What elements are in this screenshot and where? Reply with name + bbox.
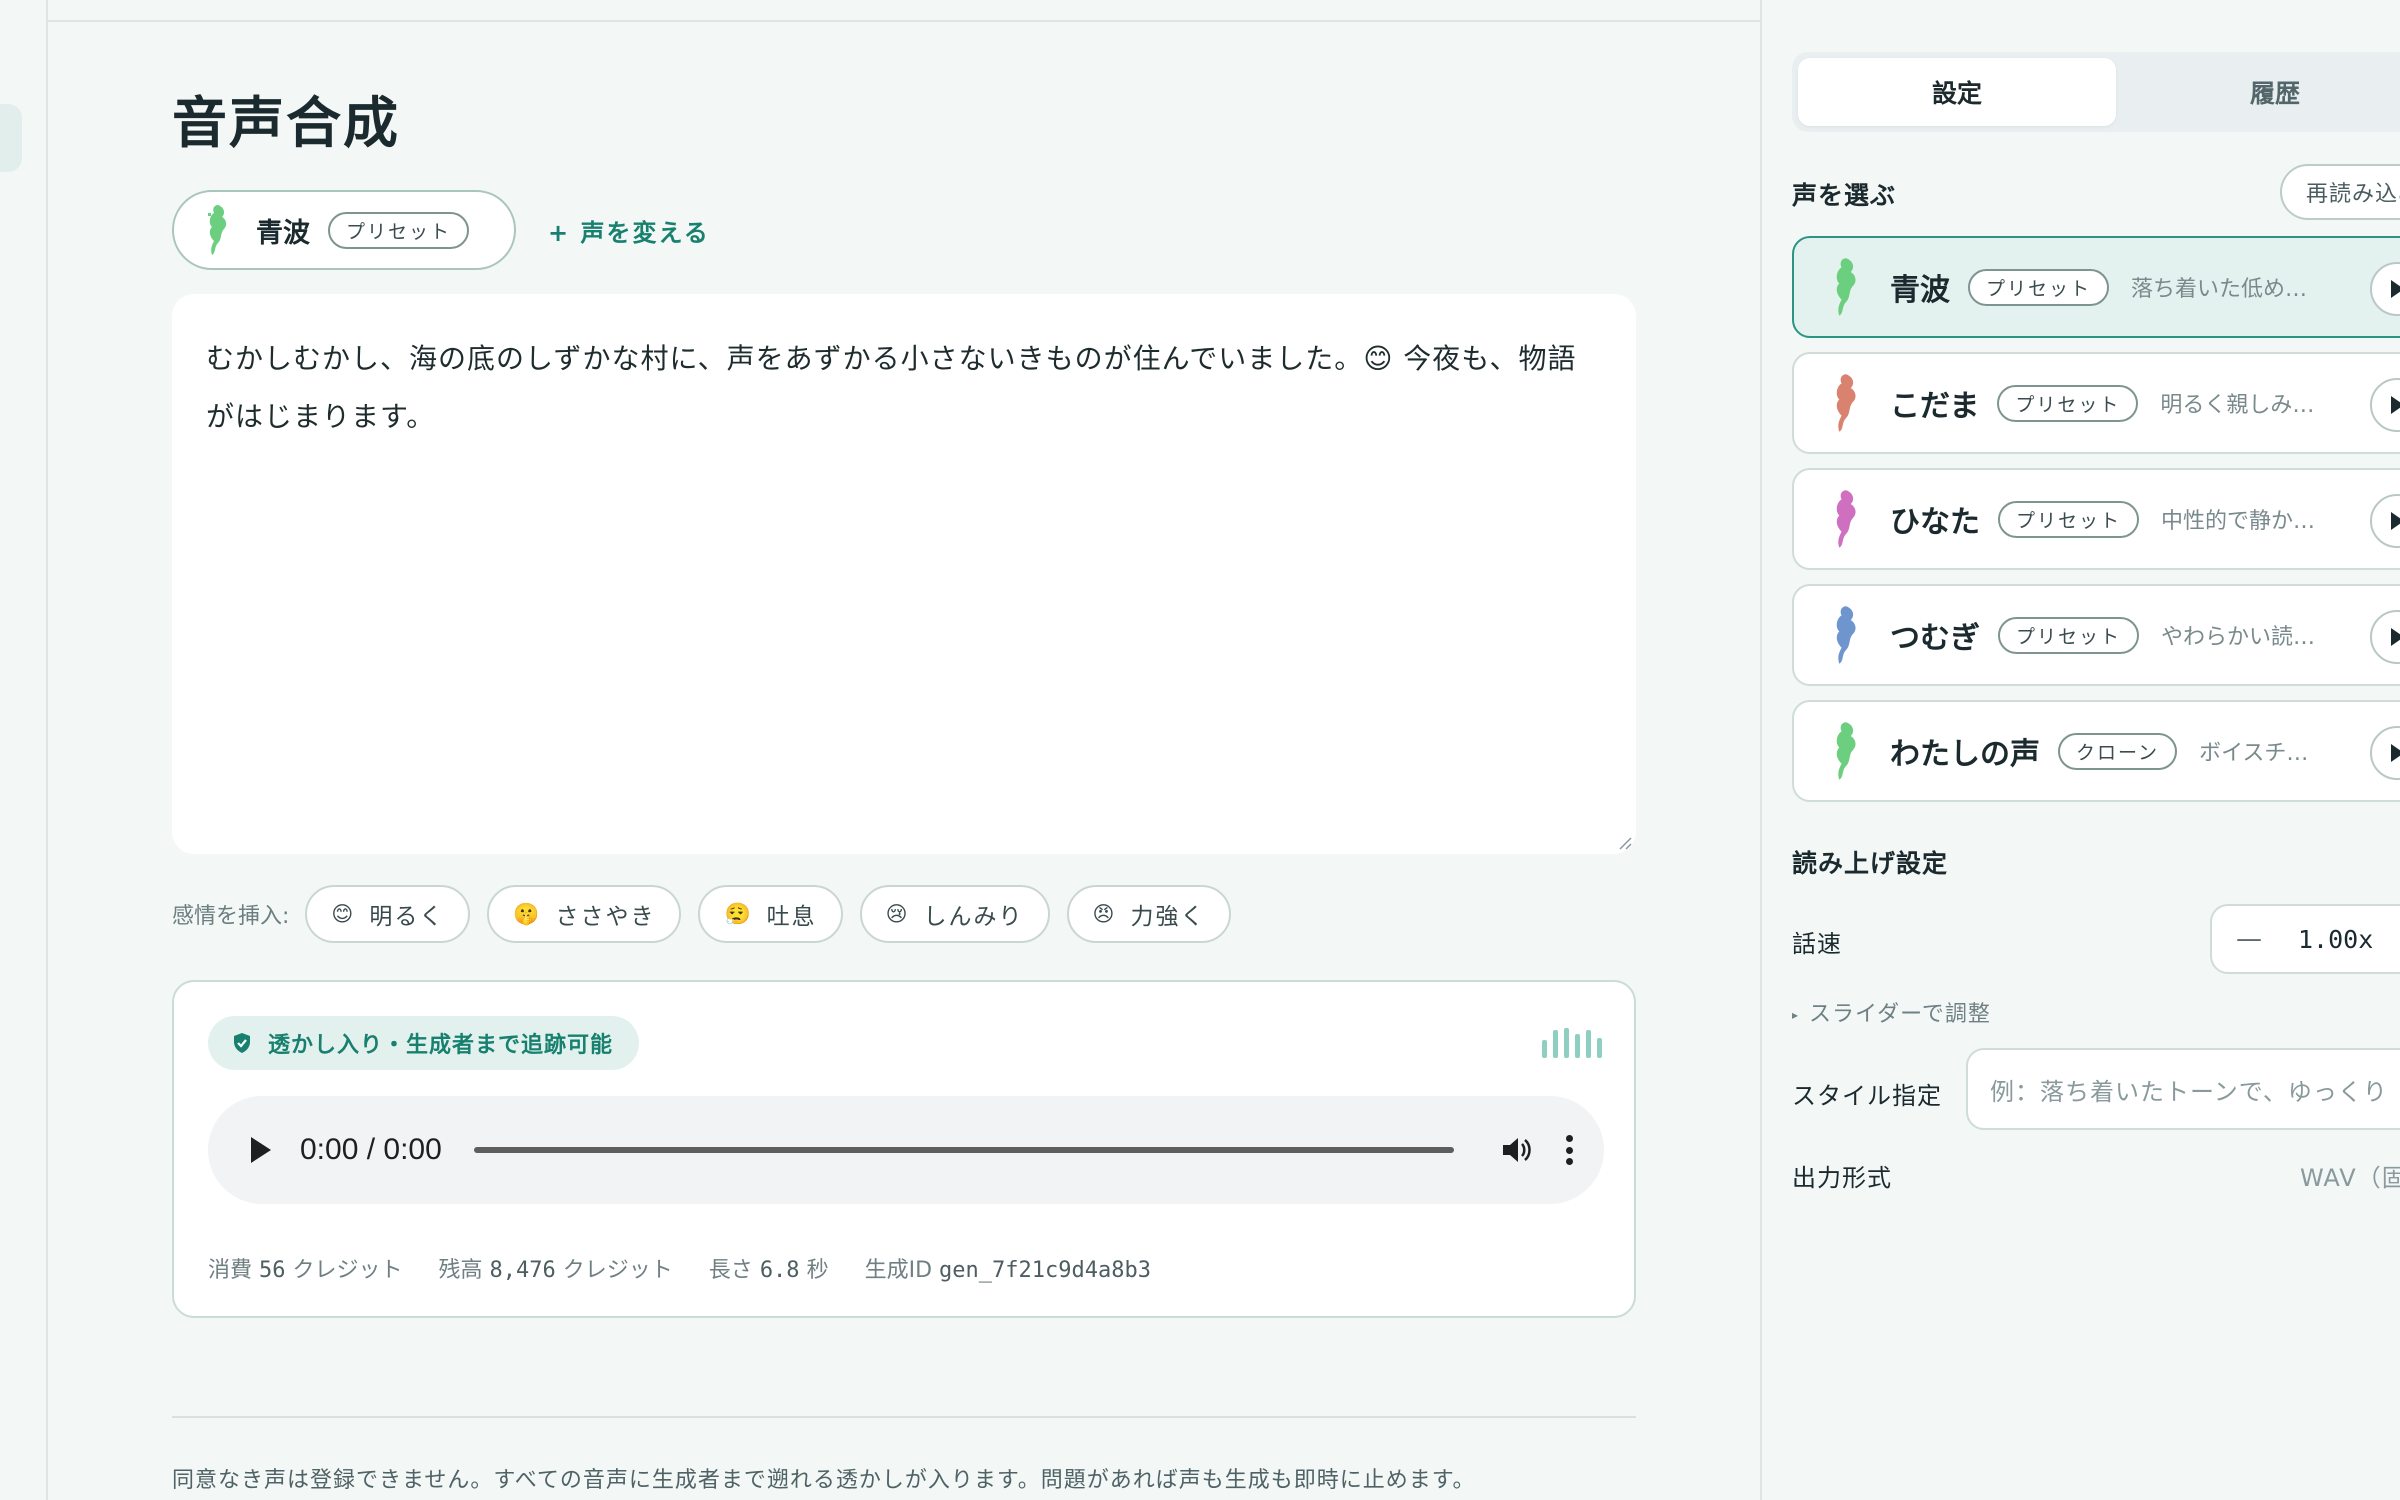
seahorse-icon — [1836, 490, 1856, 548]
voice-description: やわらかい読… — [2161, 625, 2316, 650]
shield-check-icon — [234, 1033, 250, 1053]
audio-player: 0:00 / 0:00 — [208, 1096, 1604, 1204]
output-format-label: 出力形式 — [1792, 1164, 1892, 1192]
meta-balance: 残高 8,476 クレジット — [438, 1258, 673, 1283]
volume-icon[interactable] — [1500, 1133, 1534, 1167]
resize-grip-icon[interactable] — [1616, 834, 1632, 850]
watermark-badge: 透かし入り・生成者まで追跡可能 — [208, 1016, 640, 1070]
hush-emoji-icon: 🤫 — [513, 901, 542, 926]
style-label: スタイル指定 — [1792, 1082, 1942, 1110]
emotion-button-sad[interactable]: 😢 しんみり — [859, 885, 1050, 943]
reading-settings-title: 読み上げ設定 — [1792, 849, 1949, 878]
speed-label: 話速 — [1792, 930, 1842, 958]
voice-name: つむぎ — [1890, 621, 1980, 656]
meta-cost: 消費 56 クレジット — [208, 1258, 403, 1283]
current-voice-badge: プリセット — [328, 211, 470, 249]
voice-badge: クローン — [2058, 732, 2178, 770]
output-format-value: WAV（固定） — [2300, 1164, 2400, 1192]
voice-item-my-voice[interactable]: わたしの声 クローン ボイスチ… — [1792, 700, 2400, 802]
seahorse-icon — [1836, 606, 1856, 664]
tab-settings[interactable]: 設定 — [1798, 58, 2116, 126]
voices-section-title: 声を選ぶ — [1792, 181, 1897, 210]
angry-emoji-icon: 😠 — [1092, 902, 1117, 926]
seahorse-icon — [208, 205, 227, 255]
voice-preview-play-button[interactable] — [2370, 726, 2400, 780]
sidebar-tabs: 設定 履歴 — [1792, 52, 2400, 132]
emotion-row: 感情を挿入: 😊 明るく 🤫 ささやき 😮‍💨 吐息 😢 しんみり 😠 力強く — [172, 884, 1248, 944]
exhale-emoji-icon: 😮‍💨 — [724, 901, 753, 926]
speed-decrease-button[interactable]: — — [2236, 924, 2262, 954]
voice-badge: プリセット — [1968, 268, 2110, 306]
voice-preview-play-button[interactable] — [2370, 262, 2400, 316]
player-time: 0:00 / 0:00 — [300, 1133, 442, 1166]
script-textarea[interactable]: むかしむかし、海の底のしずかな村に、声をあずかる小さないきものが住んでいました。… — [172, 294, 1636, 854]
voice-description: 中性的で静か… — [2161, 509, 2316, 534]
voice-description: 明るく親しみ… — [2160, 393, 2315, 418]
left-rail — [0, 0, 48, 1500]
voice-item-hinata[interactable]: ひなた プリセット 中性的で静か… — [1792, 468, 2400, 570]
more-options-icon[interactable] — [1564, 1133, 1574, 1167]
result-card: 透かし入り・生成者まで追跡可能 0:00 / 0:00 消費 56 クレジット … — [172, 980, 1636, 1318]
voice-badge: プリセット — [1998, 500, 2140, 538]
emotion-label: 感情を挿入: — [172, 904, 290, 929]
watermark-label: 透かし入り・生成者まで追跡可能 — [268, 1033, 614, 1058]
slider-toggle[interactable]: ▸ スライダーで調整 — [1792, 996, 1991, 1028]
change-voice-link[interactable]: + 声を変える — [548, 213, 710, 248]
emotion-button-strong[interactable]: 😠 力強く — [1066, 885, 1232, 943]
voice-name: わたしの声 — [1890, 737, 2040, 772]
current-voice-chip[interactable]: 青波 プリセット — [172, 190, 516, 270]
voice-preview-play-button[interactable] — [2370, 378, 2400, 432]
meta-generation-id: 生成ID gen_7f21c9d4a8b3 — [864, 1258, 1151, 1283]
emotion-button-label: しんみり — [923, 904, 1024, 930]
voice-item-kodama[interactable]: こだま プリセット 明るく親しみ… — [1792, 352, 2400, 454]
meta-length: 長さ 6.8 秒 — [708, 1258, 829, 1283]
voice-name: ひなた — [1890, 505, 1980, 540]
voice-item-tsumugi[interactable]: つむぎ プリセット やわらかい読… — [1792, 584, 2400, 686]
voice-badge: プリセット — [1998, 616, 2140, 654]
speed-value: 1.00x — [2298, 924, 2374, 954]
emotion-button-breath[interactable]: 😮‍💨 吐息 — [698, 885, 843, 943]
voice-preview-play-button[interactable] — [2370, 610, 2400, 664]
emotion-button-label: 吐息 — [766, 904, 817, 930]
tab-history[interactable]: 履歴 — [2116, 58, 2400, 126]
generation-meta: 消費 56 クレジット 残高 8,476 クレジット 長さ 6.8 秒 生成ID… — [208, 1252, 1187, 1284]
script-text: むかしむかし、海の底のしずかな村に、声をあずかる小さないきものが住んでいました。… — [206, 342, 1577, 433]
emotion-button-label: 明るく — [369, 904, 445, 930]
seahorse-icon — [1836, 258, 1856, 316]
voice-name: 青波 — [1890, 273, 1950, 308]
voice-description: ボイスチ… — [2199, 741, 2309, 766]
emotion-button-bright[interactable]: 😊 明るく — [305, 885, 471, 943]
emotion-button-whisper[interactable]: 🤫 ささやき — [487, 885, 682, 943]
emotion-button-label: 力強く — [1130, 904, 1206, 930]
emotion-button-label: ささやき — [555, 904, 656, 930]
voice-name: こだま — [1890, 389, 1980, 424]
seahorse-icon — [1836, 374, 1856, 432]
slider-toggle-label: スライダーで調整 — [1809, 1002, 1991, 1027]
play-icon[interactable] — [248, 1135, 274, 1165]
page-title: 音声合成 — [172, 91, 401, 155]
voice-description: 落ち着いた低め… — [2131, 277, 2308, 302]
player-progress-bar[interactable] — [473, 1147, 1454, 1153]
footer-consent-note: 同意なき声は登録できません。すべての音声に生成者まで遡れる透かしが入ります。問題… — [172, 1468, 1476, 1493]
caret-right-icon: ▸ — [1792, 1008, 1800, 1022]
divider — [172, 1416, 1636, 1418]
voice-list: 青波 プリセット 落ち着いた低め… こだま プリセット 明るく親しみ… ひなた … — [1792, 236, 2400, 816]
rail-tab[interactable] — [0, 104, 22, 172]
voice-badge: プリセット — [1997, 384, 2139, 422]
smile-emoji-icon: 😊 — [331, 902, 356, 926]
waveform-icon — [1542, 1028, 1602, 1058]
settings-sidebar: 設定 履歴 声を選ぶ 再読み込み 青波 プリセット 落ち着いた低め… こだま プ… — [1760, 0, 2400, 1500]
speed-stepper[interactable]: — 1.00x — [2210, 904, 2400, 974]
sad-emoji-icon: 😢 — [885, 902, 910, 926]
voice-item-aonami[interactable]: 青波 プリセット 落ち着いた低め… — [1792, 236, 2400, 338]
seahorse-icon — [1836, 722, 1856, 780]
style-input[interactable]: 例：落ち着いたトーンで、ゆっくり — [1966, 1048, 2400, 1130]
current-voice-name: 青波 — [256, 217, 310, 249]
reload-button[interactable]: 再読み込み — [2280, 164, 2400, 220]
main-panel: 音声合成 青波 プリセット + 声を変える むかしむかし、海の底のしずかな村に、… — [172, 0, 1636, 1500]
voice-preview-play-button[interactable] — [2370, 494, 2400, 548]
